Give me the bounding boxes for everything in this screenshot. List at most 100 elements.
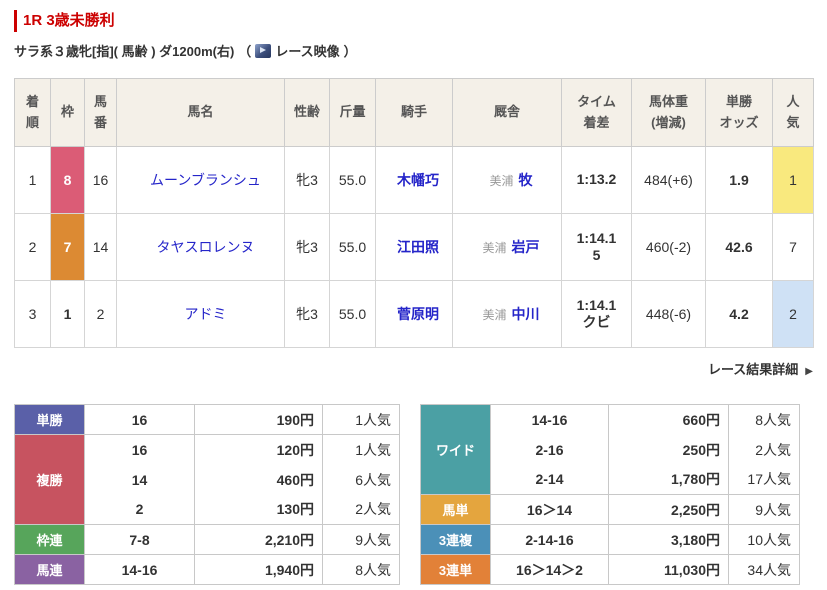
- race-conditions-text: サラ系３歳牝[指]( 馬齢 ) ダ1200m(右): [14, 44, 235, 59]
- payout-amount: 460円: [194, 464, 323, 495]
- sex-age-cell: 牝3: [284, 146, 330, 214]
- payout-popularity: 17人気: [728, 464, 800, 495]
- odds-cell: 4.2: [705, 280, 773, 348]
- col-header-bodyweight: 馬体重 (増減): [631, 78, 706, 147]
- race-result-page: 1R 3歳未勝利 サラ系３歳牝[指]( 馬齢 ) ダ1200m(右) （ レース…: [0, 0, 827, 585]
- payout-table-right: ワイド 14-16 660円 8人気 2-16 250円 2人気 2-14 1,…: [420, 404, 800, 585]
- carried-weight-cell: 55.0: [329, 280, 376, 348]
- col-header-time: タイム 着差: [561, 78, 632, 147]
- payout-combo: 16＞14: [490, 494, 609, 525]
- trainer-link[interactable]: 中川: [512, 306, 540, 322]
- horse-number-cell: 14: [84, 213, 117, 281]
- col-header-sexage: 性齢: [284, 78, 330, 147]
- payout-row-sanrenpuku: 3連複 2-14-16 3,180円 10人気: [420, 524, 800, 555]
- payout-amount: 1,940円: [194, 554, 323, 585]
- payout-combo: 14-16: [490, 404, 609, 435]
- col-header-jockey: 騎手: [375, 78, 453, 147]
- finish-time: 1:13.2: [576, 171, 617, 188]
- payout-combo: 16＞14＞2: [490, 554, 609, 585]
- race-result-detail-label: レース結果詳細: [707, 362, 799, 377]
- payout-combo: 16: [84, 434, 195, 465]
- finish-margin: 5: [592, 247, 601, 263]
- payout-row-wakuren: 枠連 7-8 2,210円 9人気: [14, 524, 400, 555]
- race-result-detail: レース結果詳細 ▶: [14, 359, 813, 378]
- time-margin-cell: 1:13.2: [561, 146, 632, 214]
- frame-cell: 1: [50, 280, 85, 348]
- payout-popularity: 10人気: [728, 524, 800, 555]
- bet-type-sanrentan: 3連単: [420, 554, 491, 585]
- result-row-2: 2 7 14 タヤスロレンヌ 牝3 55.0 江田照 美浦 岩戸 1:14.1 5 …: [14, 213, 814, 281]
- payout-row-umatan: 馬単 16＞14 2,250円 9人気: [420, 494, 800, 525]
- payout-row-wide-1: ワイド 14-16 660円 8人気: [420, 404, 800, 495]
- popularity-cell: 7: [772, 213, 814, 281]
- payout-popularity: 1人気: [322, 404, 400, 435]
- race-video-icon[interactable]: [255, 43, 272, 58]
- bet-type-umatan: 馬単: [420, 494, 491, 525]
- body-weight-cell: 460(-2): [631, 213, 706, 281]
- odds-cell: 42.6: [705, 213, 773, 281]
- frame-cell: 8: [50, 146, 85, 214]
- jockey-cell: 菅原明: [375, 280, 453, 348]
- bet-type-wakuren: 枠連: [14, 524, 85, 555]
- payout-combo: 2-16: [490, 434, 609, 465]
- video-paren-open: （: [238, 44, 252, 59]
- rank-cell: 2: [14, 213, 51, 281]
- payout-table-left: 単勝 16 190円 1人気 複勝 16 120円 1人気 14 460円 6人…: [14, 404, 400, 585]
- trainer-link[interactable]: 岩戸: [512, 239, 540, 255]
- horse-number-cell: 2: [84, 280, 117, 348]
- payout-row-fukusho-1: 複勝 16 120円 1人気: [14, 434, 400, 525]
- jockey-link[interactable]: 木幡巧: [397, 172, 439, 188]
- payout-combo: 2-14: [490, 464, 609, 495]
- payout-amount: 660円: [608, 404, 729, 435]
- payout-amount: 1,780円: [608, 464, 729, 495]
- time-margin-cell: 1:14.1 クビ: [561, 280, 632, 348]
- payout-combo: 16: [84, 404, 195, 435]
- horse-name-link[interactable]: タヤスロレンヌ: [157, 239, 255, 255]
- finish-time: 1:14.1: [576, 296, 617, 313]
- bet-type-fukusho: 複勝: [14, 434, 85, 525]
- rank-cell: 1: [14, 146, 51, 214]
- jockey-link[interactable]: 菅原明: [397, 306, 439, 322]
- chevron-right-icon: ▶: [805, 366, 813, 377]
- sex-age-cell: 牝3: [284, 280, 330, 348]
- bet-type-sanrenpuku: 3連複: [420, 524, 491, 555]
- race-result-detail-link[interactable]: レース結果詳細 ▶: [708, 362, 813, 377]
- stable-cell: 美浦牧: [452, 146, 562, 214]
- popularity-cell: 1: [772, 146, 814, 214]
- payout-combo: 2-14-16: [490, 524, 609, 555]
- video-paren-close: ）: [343, 44, 357, 59]
- results-header-row: 着 順 枠 馬 番 馬名 性齢 斤量 騎手 厩舎 タイム 着差 馬体重 (増減)…: [14, 78, 814, 147]
- col-header-number: 馬 番: [84, 78, 117, 147]
- payout-section: 単勝 16 190円 1人気 複勝 16 120円 1人気 14 460円 6人…: [14, 404, 813, 585]
- carried-weight-cell: 55.0: [329, 213, 376, 281]
- payout-popularity: 34人気: [728, 554, 800, 585]
- trainer-link[interactable]: 牧: [519, 172, 533, 188]
- payout-popularity: 2人気: [728, 434, 800, 465]
- horse-name-cell: タヤスロレンヌ: [116, 213, 285, 281]
- body-weight-cell: 484(+6): [631, 146, 706, 214]
- stable-cell: 美浦 岩戸: [452, 213, 562, 281]
- jockey-link[interactable]: 江田照: [397, 239, 439, 255]
- finish-time: 1:14.1: [576, 229, 617, 246]
- col-header-horse: 馬名: [116, 78, 285, 147]
- horse-name-link[interactable]: アドミ: [185, 306, 227, 322]
- col-header-popularity: 人 気: [772, 78, 814, 147]
- jockey-cell: 木幡巧: [375, 146, 453, 214]
- payout-popularity: 8人気: [322, 554, 400, 585]
- race-results-table: 着 順 枠 馬 番 馬名 性齢 斤量 騎手 厩舎 タイム 着差 馬体重 (増減)…: [14, 78, 814, 348]
- frame-cell: 7: [50, 213, 85, 281]
- bet-type-umaren: 馬連: [14, 554, 85, 585]
- col-header-stable: 厩舎: [452, 78, 562, 147]
- finish-margin: クビ: [582, 314, 611, 330]
- payout-popularity: 6人気: [322, 464, 400, 495]
- horse-name-cell: ムーンブランシュ: [116, 146, 285, 214]
- payout-amount: 11,030円: [608, 554, 729, 585]
- time-margin-cell: 1:14.1 5: [561, 213, 632, 281]
- payout-combo: 2: [84, 494, 195, 525]
- carried-weight-cell: 55.0: [329, 146, 376, 214]
- race-video-link[interactable]: レース映像: [275, 41, 339, 60]
- stable-region: 美浦: [482, 308, 507, 322]
- race-conditions: サラ系３歳牝[指]( 馬齢 ) ダ1200m(右) （ レース映像 ）: [14, 41, 813, 60]
- horse-name-link[interactable]: ムーンブランシュ: [150, 172, 261, 188]
- payout-popularity: 9人気: [322, 524, 400, 555]
